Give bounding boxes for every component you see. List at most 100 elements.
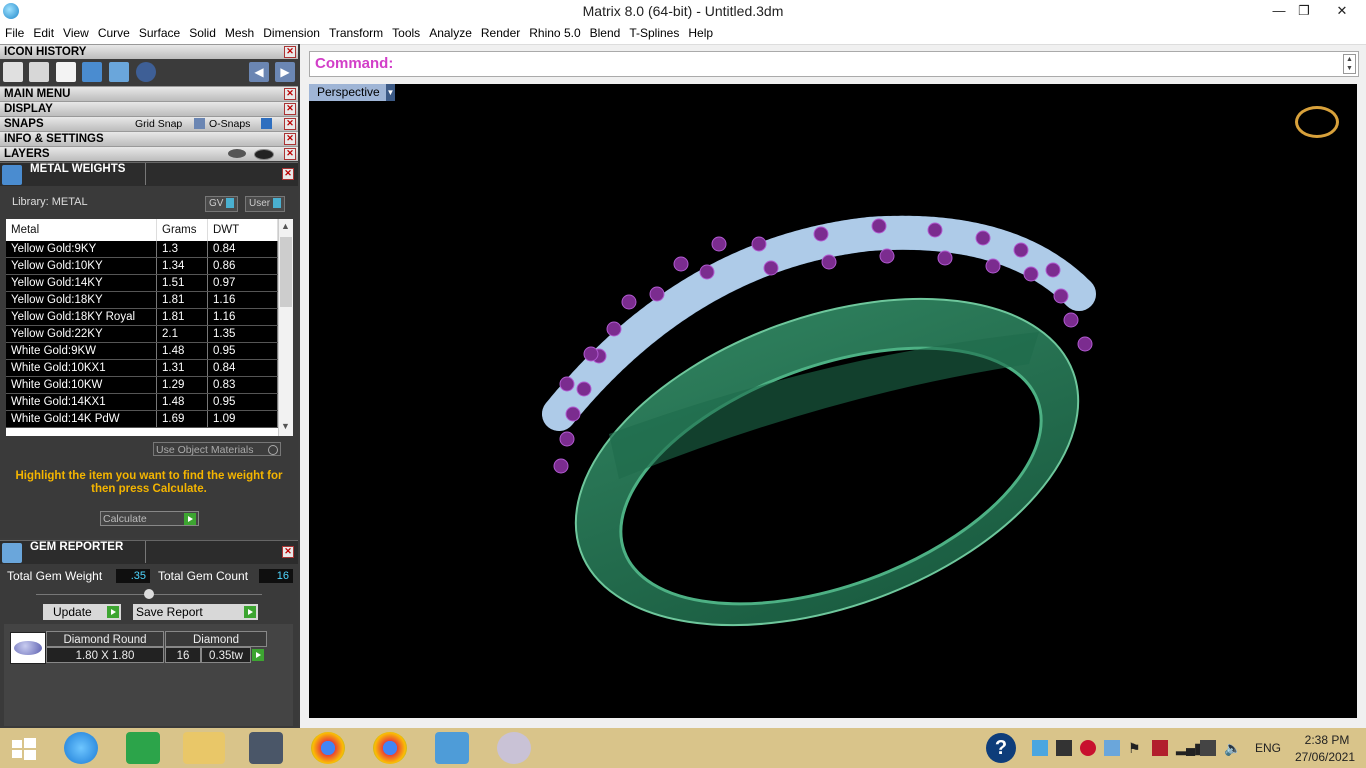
scroll-thumb[interactable] (280, 237, 292, 307)
menu-edit[interactable]: Edit (28, 23, 58, 40)
menu-mesh[interactable]: Mesh (220, 23, 258, 40)
chevron-down-icon[interactable]: ▼ (386, 84, 395, 101)
table-row[interactable]: White Gold:10KX1 1.31 0.84 (6, 359, 278, 377)
table-row[interactable]: Yellow Gold:22KY 2.1 1.35 (6, 325, 278, 343)
close-icon[interactable]: ✕ (284, 148, 296, 160)
menu-blend[interactable]: Blend (585, 23, 625, 40)
matrix-app-icon[interactable] (249, 732, 283, 764)
column-header-dwt[interactable]: DWT (207, 219, 278, 241)
save-icon[interactable] (3, 62, 23, 82)
menu-help[interactable]: Help (683, 23, 717, 40)
table-row[interactable]: Yellow Gold:18KY 1.81 1.16 (6, 291, 278, 309)
eye-icon[interactable] (254, 149, 274, 160)
menu-analyze[interactable]: Analyze (424, 23, 476, 40)
close-icon[interactable]: ✕ (284, 103, 296, 115)
column-header-metal[interactable]: Metal (6, 219, 157, 241)
paint-icon[interactable] (497, 732, 531, 764)
language-indicator[interactable]: ENG (1255, 741, 1281, 755)
store-icon[interactable] (126, 732, 160, 764)
layers-header[interactable]: LAYERS ✕ (0, 146, 298, 161)
tray-snowflake-icon[interactable] (1056, 740, 1072, 756)
close-icon[interactable]: ✕ (284, 118, 296, 130)
menu-curve[interactable]: Curve (93, 23, 134, 40)
speaker-icon[interactable]: 🔈 (1224, 740, 1241, 756)
grid-snap-tool-icon[interactable] (29, 62, 49, 82)
info-settings-header[interactable]: INFO & SETTINGS ✕ (0, 131, 298, 146)
command-line[interactable]: Command: ▲ ▼ (309, 51, 1359, 77)
table-row[interactable]: White Gold:9KW 1.48 0.95 (6, 342, 278, 360)
close-icon[interactable]: ✕ (284, 133, 296, 145)
table-row[interactable]: White Gold:14K PdW 1.69 1.09 (6, 410, 278, 428)
grid-snap-toggle[interactable] (194, 118, 205, 129)
run-icon[interactable] (136, 62, 156, 82)
use-object-materials-toggle[interactable]: Use Object Materials (153, 442, 281, 456)
file-explorer-icon[interactable] (183, 732, 225, 764)
chrome-icon-2[interactable] (373, 732, 407, 764)
menu-tools[interactable]: Tools (387, 23, 424, 40)
view-orientation-icon[interactable] (1295, 106, 1339, 138)
user-button[interactable]: User (245, 196, 285, 212)
clock-time[interactable]: 2:38 PM (1296, 733, 1358, 747)
calculate-button[interactable]: Calculate (100, 511, 199, 526)
main-menu-header[interactable]: MAIN MENU ✕ (0, 86, 298, 101)
gem-size[interactable]: 1.80 X 1.80 (46, 647, 164, 663)
security-shield-icon[interactable] (1152, 740, 1168, 756)
o-snaps-toggle[interactable] (261, 118, 272, 129)
chrome-icon[interactable] (311, 732, 345, 764)
help-icon[interactable]: ? (986, 733, 1016, 763)
menu-rhino[interactable]: Rhino 5.0 (524, 23, 584, 40)
table-scrollbar[interactable]: ▲ ▼ (278, 219, 293, 436)
onedrive-icon[interactable] (1104, 740, 1120, 756)
column-header-grams[interactable]: Grams (156, 219, 208, 241)
menu-view[interactable]: View (58, 23, 93, 40)
gem-select-button[interactable] (252, 649, 264, 661)
gem-weight[interactable]: 0.35tw (201, 647, 251, 663)
beats-icon[interactable] (1080, 740, 1096, 756)
menu-surface[interactable]: Surface (134, 23, 184, 40)
display-header[interactable]: DISPLAY ✕ (0, 101, 298, 116)
clipboard-icon[interactable] (56, 62, 76, 82)
menu-tsplines[interactable]: T-Splines (624, 23, 683, 40)
table-row[interactable]: White Gold:14KX1 1.48 0.95 (6, 393, 278, 411)
tray-app-icon[interactable] (1032, 740, 1048, 756)
windows-start-icon[interactable] (6, 732, 40, 764)
close-icon[interactable]: ✕ (282, 546, 294, 558)
splitter-handle[interactable] (144, 589, 154, 599)
flag-icon[interactable]: ⚑ (1128, 740, 1144, 756)
scroll-up-icon[interactable]: ▲ (281, 221, 290, 231)
menu-solid[interactable]: Solid (184, 23, 220, 40)
menu-render[interactable]: Render (476, 23, 524, 40)
signal-icon[interactable]: ▂▄▆ (1176, 740, 1205, 756)
battery-icon[interactable] (1200, 740, 1216, 756)
menu-transform[interactable]: Transform (324, 23, 387, 40)
vectorworks-icon[interactable] (435, 732, 469, 764)
viewport-tab[interactable]: Perspective ▼ (309, 84, 395, 101)
save-report-button[interactable]: Save Report (133, 604, 258, 620)
menu-file[interactable]: File (0, 23, 28, 40)
viewport-perspective[interactable] (309, 84, 1357, 718)
menu-dimension[interactable]: Dimension (258, 23, 324, 40)
clock-date[interactable]: 27/06/2021 (1290, 750, 1360, 764)
layer-hide-icon[interactable] (228, 149, 246, 158)
table-row[interactable]: Yellow Gold:14KY 1.51 0.97 (6, 274, 278, 292)
close-icon[interactable]: ✕ (284, 46, 296, 58)
metal-weights-icon[interactable] (82, 62, 102, 82)
table-row[interactable]: Yellow Gold:18KY Royal 1.81 1.16 (6, 308, 278, 326)
table-row[interactable]: Yellow Gold:9KY 1.3 0.84 (6, 241, 278, 258)
gem-count[interactable]: 16 (165, 647, 201, 663)
icon-history-header[interactable]: ICON HISTORY ✕ (0, 44, 298, 59)
table-row[interactable]: Yellow Gold:10KY 1.34 0.86 (6, 257, 278, 275)
internet-explorer-icon[interactable] (64, 732, 98, 764)
close-button[interactable]: ✕ (1322, 0, 1362, 22)
gv-button[interactable]: GV (205, 196, 239, 212)
close-icon[interactable]: ✕ (282, 168, 294, 180)
back-arrow-icon[interactable]: ◀ (249, 62, 269, 82)
forward-arrow-icon[interactable]: ▶ (275, 62, 295, 82)
table-row[interactable]: White Gold:10KW 1.29 0.83 (6, 376, 278, 394)
close-icon[interactable]: ✕ (284, 88, 296, 100)
command-scroll-icon[interactable]: ▲ ▼ (1343, 54, 1356, 74)
gem-report-icon[interactable] (109, 62, 129, 82)
scroll-down-icon[interactable]: ▼ (281, 421, 290, 431)
restore-button[interactable]: ❐ (1287, 0, 1321, 22)
snaps-header[interactable]: SNAPS Grid Snap O-Snaps ✕ (0, 116, 298, 131)
